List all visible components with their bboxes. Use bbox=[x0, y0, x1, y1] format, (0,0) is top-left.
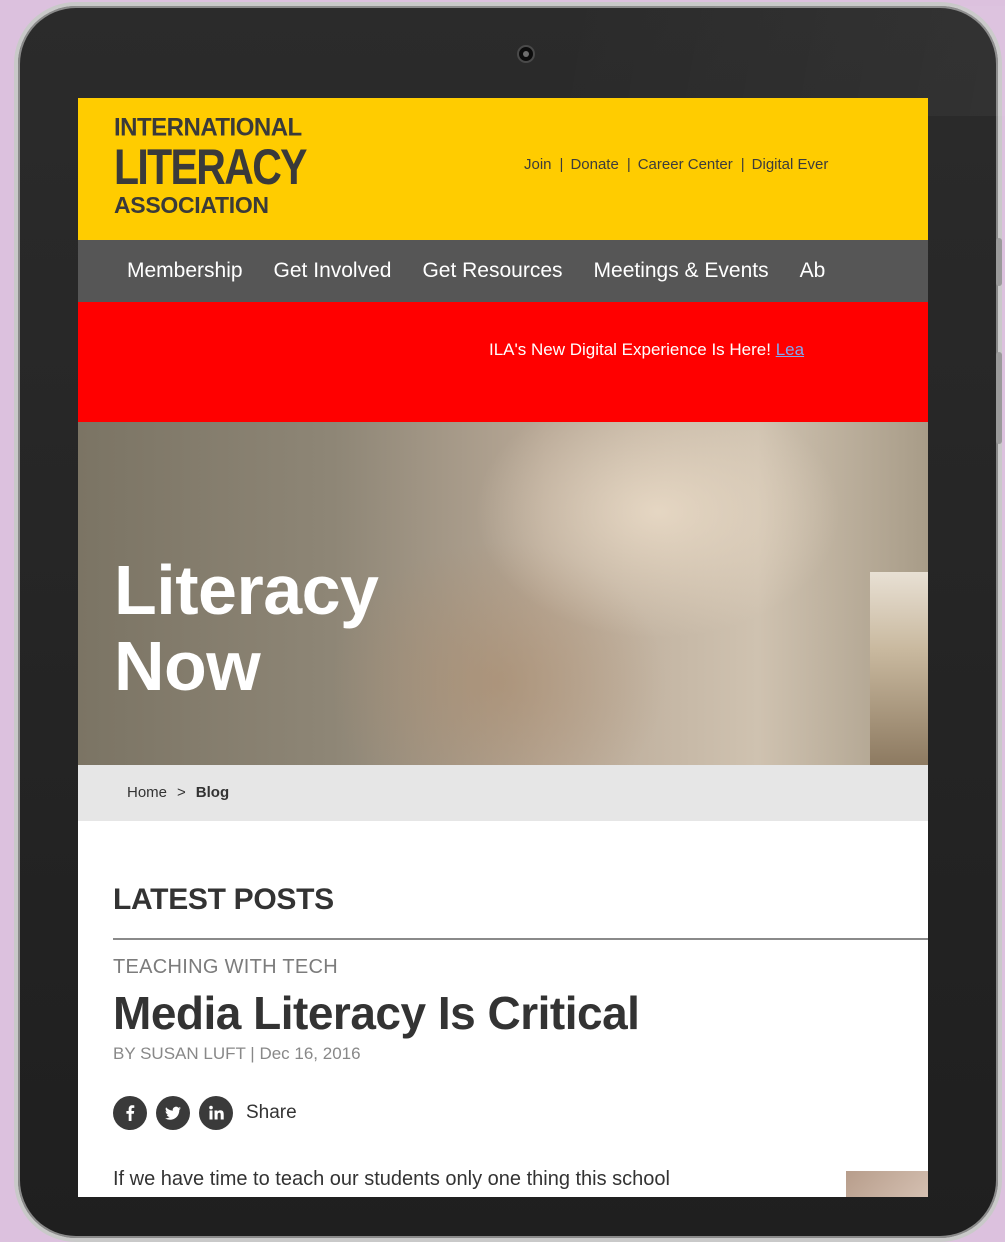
camera-icon bbox=[517, 45, 535, 63]
nav-item-about[interactable]: Ab bbox=[800, 259, 826, 283]
hero-title: Literacy Now bbox=[114, 551, 379, 705]
facebook-icon[interactable] bbox=[113, 1096, 147, 1130]
announcement-bar: ILA's New Digital Experience Is Here! Le… bbox=[78, 302, 928, 422]
announcement-message: ILA's New Digital Experience Is Here! bbox=[489, 340, 776, 359]
nav-item-get-involved[interactable]: Get Involved bbox=[274, 259, 392, 283]
post-title[interactable]: Media Literacy Is Critical bbox=[113, 986, 640, 1040]
join-link[interactable]: Join bbox=[524, 156, 552, 173]
hero-background-shelf bbox=[870, 572, 928, 765]
nav-item-get-resources[interactable]: Get Resources bbox=[422, 259, 562, 283]
side-button bbox=[996, 352, 1002, 444]
share-label[interactable]: Share bbox=[246, 1102, 297, 1124]
breadcrumb-home[interactable]: Home bbox=[127, 784, 167, 801]
hero-banner: Literacy Now bbox=[78, 422, 928, 765]
linkedin-icon[interactable] bbox=[199, 1096, 233, 1130]
post-category[interactable]: TEACHING WITH TECH bbox=[113, 956, 338, 979]
logo-line-literacy: LITERACY bbox=[114, 139, 308, 195]
breadcrumb-separator: > bbox=[177, 784, 186, 801]
divider: | bbox=[559, 156, 564, 173]
volume-button bbox=[996, 238, 1002, 286]
twitter-icon[interactable] bbox=[156, 1096, 190, 1130]
main-nav: Membership Get Involved Get Resources Me… bbox=[78, 240, 928, 302]
learn-more-link[interactable]: Lea bbox=[776, 340, 804, 359]
logo-line-international: INTERNATIONAL bbox=[114, 113, 302, 142]
divider: | bbox=[626, 156, 631, 173]
announcement-text: ILA's New Digital Experience Is Here! Le… bbox=[489, 340, 804, 360]
hero-title-line2: Now bbox=[114, 627, 261, 705]
nav-item-membership[interactable]: Membership bbox=[127, 259, 243, 283]
hero-title-line1: Literacy bbox=[114, 551, 379, 629]
ila-logo[interactable]: INTERNATIONAL LITERACY ASSOCIATION bbox=[114, 113, 348, 218]
divider: | bbox=[740, 156, 745, 173]
post-excerpt: If we have time to teach our students on… bbox=[113, 1168, 670, 1190]
breadcrumb: Home > Blog bbox=[78, 765, 928, 821]
site-header: INTERNATIONAL LITERACY ASSOCIATION Join |… bbox=[78, 98, 928, 240]
donate-link[interactable]: Donate bbox=[570, 156, 618, 173]
breadcrumb-current: Blog bbox=[195, 784, 230, 801]
post-thumbnail[interactable] bbox=[846, 1171, 928, 1197]
utility-links: Join | Donate | Career Center | Digital Ever bbox=[524, 156, 828, 173]
browser-screen: INTERNATIONAL LITERACY ASSOCIATION Join |… bbox=[78, 98, 928, 1197]
section-divider bbox=[113, 938, 928, 940]
digital-events-link[interactable]: Digital Ever bbox=[752, 156, 829, 173]
nav-item-meetings-events[interactable]: Meetings & Events bbox=[594, 259, 769, 283]
post-byline: BY SUSAN LUFT | Dec 16, 2016 bbox=[113, 1044, 361, 1063]
section-heading: LATEST POSTS bbox=[113, 883, 334, 916]
logo-line-association: ASSOCIATION bbox=[114, 192, 269, 218]
career-center-link[interactable]: Career Center bbox=[638, 156, 733, 173]
share-row: Share bbox=[113, 1096, 297, 1130]
